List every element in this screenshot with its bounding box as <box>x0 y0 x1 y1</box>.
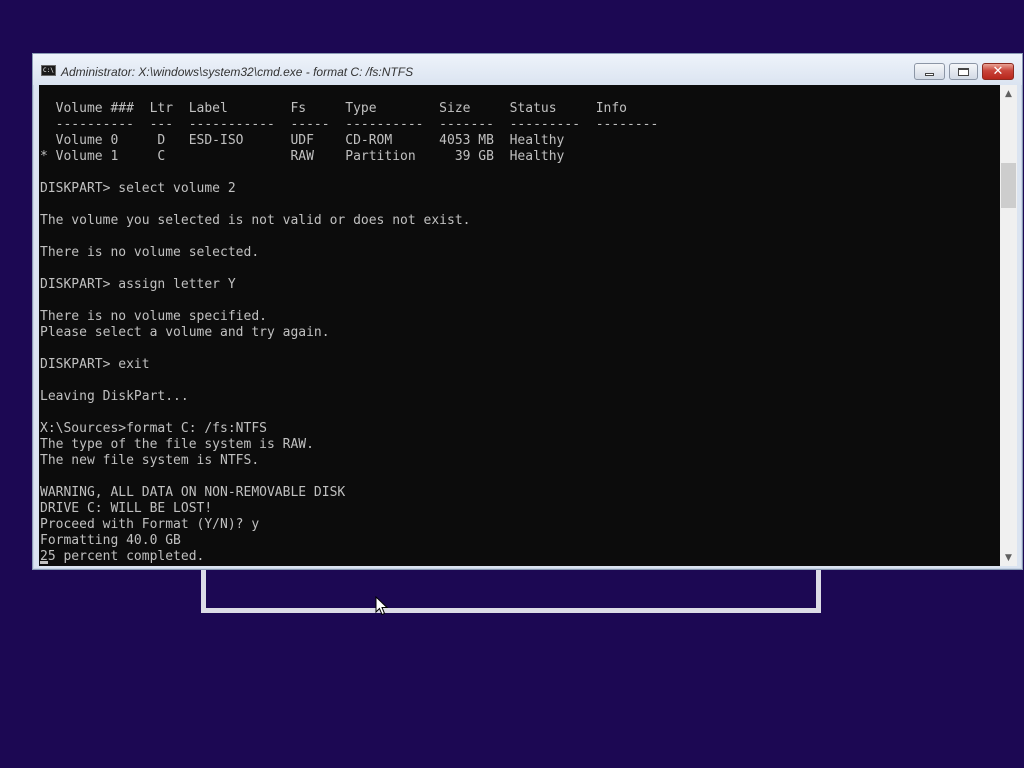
mouse-pointer-icon <box>375 596 389 616</box>
text-cursor <box>40 561 48 564</box>
console-line: There is no volume specified. <box>40 309 267 324</box>
scroll-up-arrow-icon[interactable]: ▲ <box>1000 85 1017 102</box>
console-line: The volume you selected is not valid or … <box>40 213 471 228</box>
title-bar[interactable]: C:\ Administrator: X:\windows\system32\c… <box>33 54 1022 85</box>
cmd-console-icon[interactable]: C:\ <box>41 65 56 76</box>
maximize-button[interactable] <box>949 63 978 80</box>
console-line: Proceed with Format (Y/N)? y <box>40 517 260 532</box>
console-line: Formatting 40.0 GB <box>40 533 181 548</box>
console-line: Leaving DiskPart... <box>40 389 189 404</box>
cmd-window[interactable]: C:\ Administrator: X:\windows\system32\c… <box>32 53 1023 570</box>
maximize-icon <box>958 67 969 76</box>
console-line: * Volume 1 C RAW Partition 39 GB Healthy <box>40 149 565 164</box>
scroll-thumb[interactable] <box>1001 163 1016 208</box>
console-line: Please select a volume and try again. <box>40 325 330 340</box>
console-line: The new file system is NTFS. <box>40 453 260 468</box>
console-line: 25 percent completed. <box>40 549 205 564</box>
vertical-scrollbar[interactable]: ▲ ▼ <box>1000 85 1017 566</box>
close-icon: ✕ <box>992 64 1004 79</box>
console-line: The type of the file system is RAW. <box>40 437 314 452</box>
console-line: DISKPART> select volume 2 <box>40 181 236 196</box>
window-title: Administrator: X:\windows\system32\cmd.e… <box>61 65 414 79</box>
console-line: Volume ### Ltr Label Fs Type Size Status… <box>40 101 627 116</box>
console-line: ---------- --- ----------- ----- -------… <box>40 117 659 132</box>
console-text: Volume ### Ltr Label Fs Type Size Status… <box>39 85 1000 565</box>
console-line: There is no volume selected. <box>40 245 260 260</box>
close-button[interactable]: ✕ <box>982 63 1014 80</box>
minimize-icon <box>925 72 934 76</box>
console-line: X:\Sources>format C: /fs:NTFS <box>40 421 267 436</box>
console-line: DISKPART> assign letter Y <box>40 277 236 292</box>
console-line: DRIVE C: WILL BE LOST! <box>40 501 213 516</box>
console-line: Volume 0 D ESD-ISO UDF CD-ROM 4053 MB He… <box>40 133 565 148</box>
console-line: WARNING, ALL DATA ON NON-REMOVABLE DISK <box>40 485 346 500</box>
console-line: DISKPART> exit <box>40 357 150 372</box>
minimize-button[interactable] <box>914 63 945 80</box>
console-output[interactable]: Volume ### Ltr Label Fs Type Size Status… <box>39 85 1000 566</box>
scroll-down-arrow-icon[interactable]: ▼ <box>1000 549 1017 566</box>
